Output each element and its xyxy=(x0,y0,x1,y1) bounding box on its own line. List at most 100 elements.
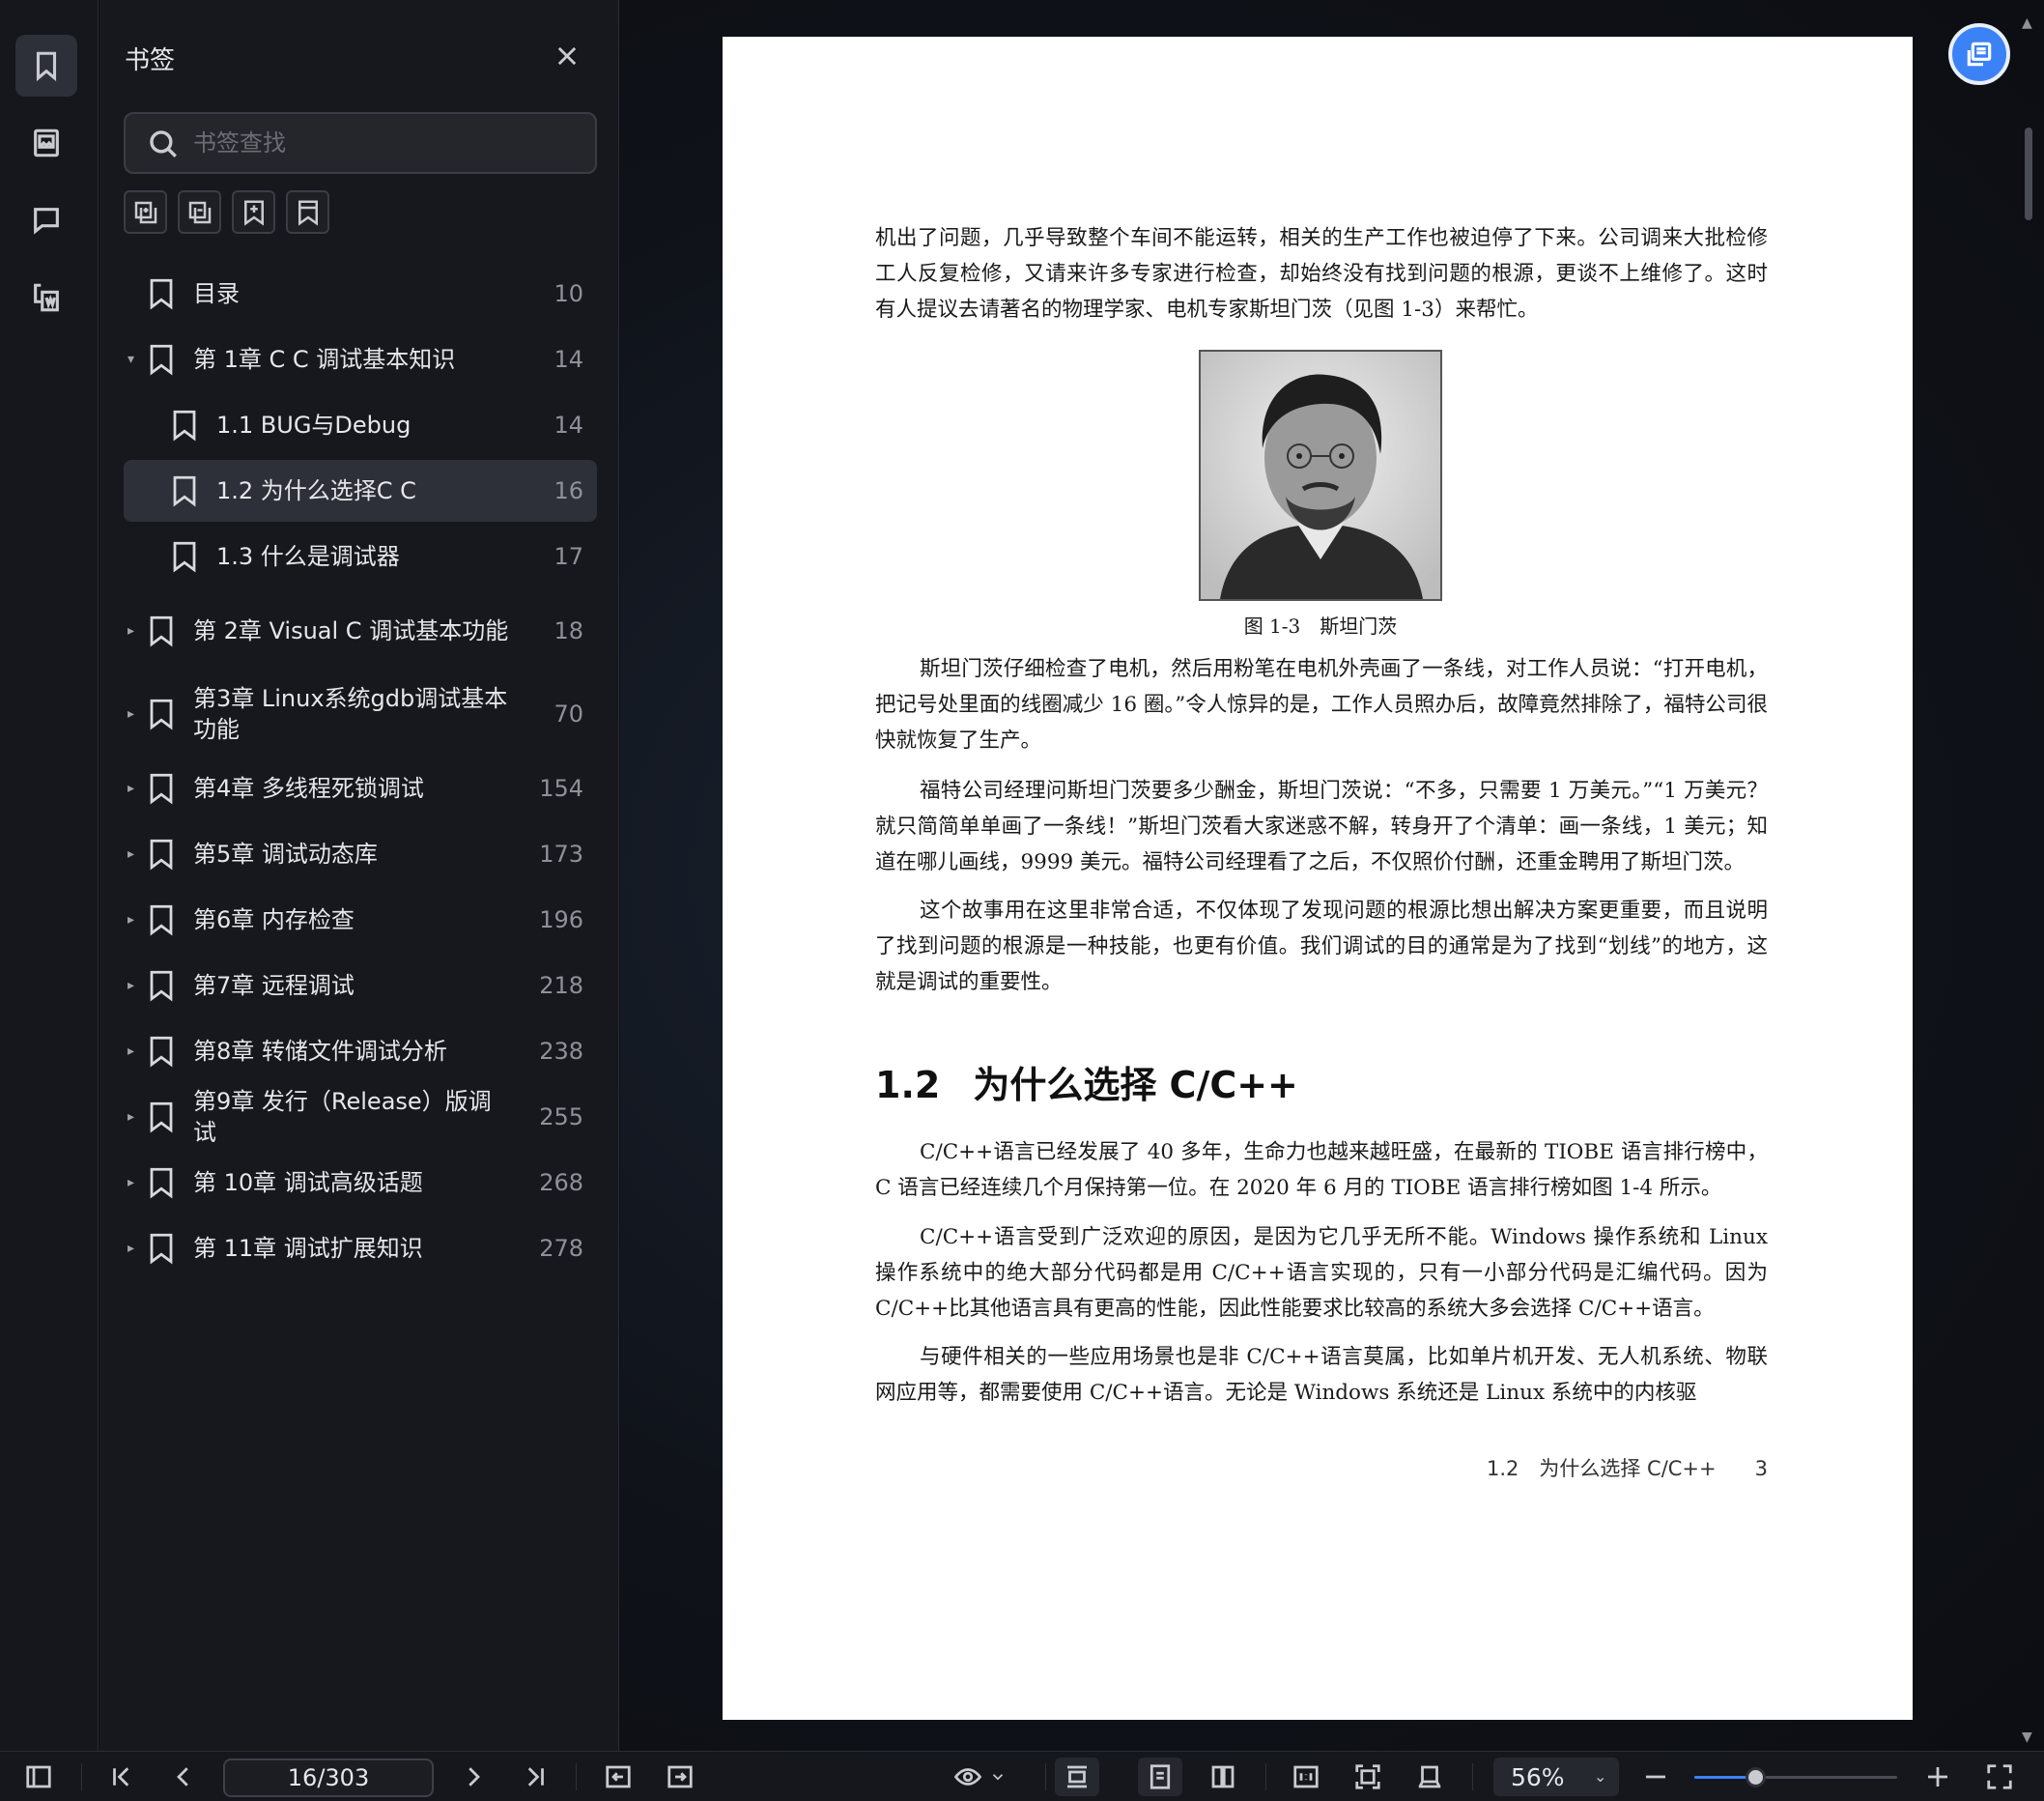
next-page-button[interactable] xyxy=(456,1759,491,1794)
two-page-icon xyxy=(1211,1765,1235,1788)
document-extract-icon xyxy=(34,283,59,312)
read-mode-button[interactable] xyxy=(951,1759,985,1794)
bookmark-item[interactable]: ▸ 第8章 转储文件调试分析 238 xyxy=(124,1020,597,1082)
bookmark-page-number: 16 xyxy=(554,477,583,504)
extract-panel-button[interactable] xyxy=(15,267,77,329)
bookmark-search-input[interactable] xyxy=(193,124,580,162)
bookmark-item[interactable]: ▸ 第 2章 Visual C 调试基本功能 18 xyxy=(124,591,597,671)
annotation-panel-button[interactable] xyxy=(15,189,77,251)
bookmark-icon xyxy=(147,772,176,805)
bookmark-icon xyxy=(170,409,199,442)
section-title: 为什么选择 C/C++ xyxy=(973,1064,1298,1106)
paragraph: 与硬件相关的一些应用场景也是非 C/C++语言莫属，比如单片机开发、无人机系统、… xyxy=(875,1345,1768,1405)
collapse-all-button[interactable] xyxy=(178,190,221,234)
last-page-button[interactable] xyxy=(518,1759,553,1794)
bookmark-icon xyxy=(170,474,199,507)
thumbnail-panel-button[interactable] xyxy=(15,112,77,174)
single-page-icon xyxy=(1150,1764,1171,1789)
bookmark-item[interactable]: 目录 10 xyxy=(124,263,597,325)
toolbar-divider xyxy=(1472,1763,1473,1790)
caret-right-icon[interactable]: ▸ xyxy=(128,978,143,993)
fullscreen-button[interactable] xyxy=(1982,1759,2017,1794)
scroll-up-arrow[interactable]: ▲ xyxy=(2022,15,2032,31)
bookmark-item[interactable]: ▸ 第9章 发行（Release）版调试 255 xyxy=(124,1086,597,1148)
bookmark-item[interactable]: ▾ 第 1章 C C 调试基本知识 14 xyxy=(124,329,597,390)
bookmark-icon xyxy=(147,838,176,871)
bookmark-icon xyxy=(147,277,176,310)
caret-right-icon[interactable]: ▸ xyxy=(128,781,143,796)
bookmark-panel-button[interactable] xyxy=(15,35,77,97)
single-page-button[interactable] xyxy=(1138,1758,1182,1796)
zoom-slider[interactable] xyxy=(1694,1767,1897,1787)
caret-right-icon[interactable]: ▸ xyxy=(128,846,143,862)
two-page-button[interactable] xyxy=(1206,1759,1240,1794)
bookmark-label: 第3章 Linux系统gdb调试基本功能 xyxy=(193,685,508,743)
bookmark-icon xyxy=(147,1166,176,1199)
bookmark-item[interactable]: 1.1 BUG与Debug 14 xyxy=(124,394,597,456)
bookmark-item[interactable]: ▸ 第 11章 调试扩展知识 278 xyxy=(124,1217,597,1279)
bookmark-icon xyxy=(147,615,176,647)
caret-right-icon[interactable]: ▸ xyxy=(128,912,143,928)
zoom-slider-handle[interactable] xyxy=(1746,1767,1766,1787)
bookmark-icon xyxy=(147,1035,176,1068)
bookmark-item[interactable]: ▸ 第5章 调试动态库 173 xyxy=(124,823,597,885)
rotate-page-button[interactable] xyxy=(1412,1759,1447,1794)
floating-action-button[interactable] xyxy=(1948,23,2010,85)
caret-right-icon[interactable]: ▸ xyxy=(128,1175,143,1190)
go-back-button[interactable] xyxy=(601,1759,636,1794)
read-mode-dropdown[interactable] xyxy=(983,1759,1012,1794)
toggle-sidebar-button[interactable] xyxy=(21,1759,56,1794)
fit-page-button[interactable] xyxy=(1350,1759,1385,1794)
chevron-left-icon xyxy=(177,1767,188,1787)
page-number-input[interactable]: 16/303 xyxy=(223,1758,434,1797)
add-bookmark-button[interactable] xyxy=(232,190,275,234)
bookmark-page-number: 70 xyxy=(554,700,583,728)
portrait-figure xyxy=(1199,350,1442,601)
bookmark-label: 第9章 发行（Release）版调试 xyxy=(193,1088,492,1146)
plus-icon xyxy=(1928,1767,1947,1787)
eye-icon xyxy=(953,1768,982,1786)
fullscreen-icon xyxy=(1987,1764,2012,1789)
vertical-scrollbar-thumb[interactable] xyxy=(2025,128,2032,220)
actual-size-icon xyxy=(1293,1765,1319,1788)
rotate-icon xyxy=(1418,1765,1441,1788)
zoom-in-button[interactable] xyxy=(1920,1759,1955,1794)
minus-icon xyxy=(1646,1775,1665,1779)
bookmark-page-number: 173 xyxy=(539,841,583,868)
bottom-toolbar: 16/303 56% ⌄ xyxy=(0,1751,2044,1801)
fit-width-icon xyxy=(1067,1765,1087,1788)
paragraph: 这个故事用在这里非常合适，不仅体现了发现问题的根源比想出解决方案更重要，而且说明… xyxy=(875,899,1768,994)
bookmark-item[interactable]: 1.3 什么是调试器 17 xyxy=(124,526,597,587)
caret-right-icon[interactable]: ▸ xyxy=(128,623,143,639)
bookmark-label: 目录 xyxy=(193,280,240,307)
bookmark-item[interactable]: 1.2 为什么选择C C 16 xyxy=(124,460,597,522)
bookmark-page-number: 255 xyxy=(539,1103,583,1130)
bookmark-search-box xyxy=(124,112,597,174)
caret-down-icon[interactable]: ▾ xyxy=(128,352,143,367)
bookmark-label: 1.1 BUG与Debug xyxy=(216,412,412,439)
bookmark-item[interactable]: ▸ 第4章 多线程死锁调试 154 xyxy=(124,758,597,819)
bookmark-item[interactable]: ▸ 第6章 内存检查 196 xyxy=(124,889,597,951)
go-forward-button[interactable] xyxy=(663,1759,697,1794)
previous-page-button[interactable] xyxy=(166,1759,201,1794)
bookmark-item[interactable]: ▸ 第3章 Linux系统gdb调试基本功能 70 xyxy=(124,674,597,754)
pdf-page: 机出了问题，几乎导致整个车间不能运转，相关的生产工作也被迫停了下来。公司调来大批… xyxy=(723,37,1913,1720)
caret-right-icon[interactable]: ▸ xyxy=(128,1241,143,1256)
bookmark-current-button[interactable] xyxy=(286,190,329,234)
zoom-select[interactable]: 56% ⌄ xyxy=(1493,1758,1619,1796)
bookmark-label: 第5章 调试动态库 xyxy=(193,841,378,868)
fit-width-button[interactable] xyxy=(1055,1758,1099,1796)
collapse-all-icon xyxy=(188,201,211,223)
bookmark-item[interactable]: ▸ 第7章 远程调试 218 xyxy=(124,955,597,1016)
zoom-out-button[interactable] xyxy=(1638,1759,1673,1794)
scroll-down-arrow[interactable]: ▼ xyxy=(2022,1730,2032,1745)
first-page-button[interactable] xyxy=(104,1759,139,1794)
caret-right-icon[interactable]: ▸ xyxy=(128,706,143,722)
bookmark-item[interactable]: ▸ 第 10章 调试高级话题 268 xyxy=(124,1152,597,1214)
actual-size-button[interactable] xyxy=(1289,1759,1323,1794)
add-bookmark-icon xyxy=(243,200,264,226)
close-panel-button[interactable] xyxy=(554,43,581,70)
caret-right-icon[interactable]: ▸ xyxy=(128,1043,143,1059)
expand-all-button[interactable] xyxy=(124,190,167,234)
caret-right-icon[interactable]: ▸ xyxy=(128,1109,143,1125)
